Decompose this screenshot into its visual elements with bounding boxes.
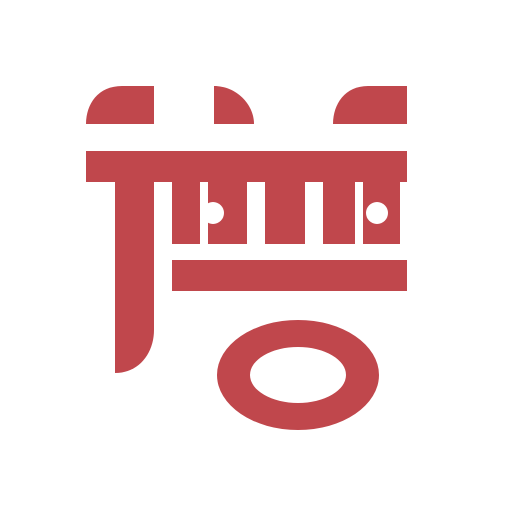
logo-lower-band bbox=[172, 260, 407, 291]
logo-bar-outer bbox=[340, 182, 355, 244]
logo-dot-blocks bbox=[172, 182, 200, 244]
logo-cutout-gap-2 bbox=[247, 182, 265, 244]
logo-bottom-ring bbox=[217, 320, 379, 430]
logo-top-center-horn bbox=[214, 86, 254, 124]
logo-left-dot-block bbox=[172, 182, 200, 244]
logo-left-stem bbox=[115, 151, 154, 373]
logo-glyph bbox=[86, 86, 407, 430]
logo-right-dot bbox=[366, 202, 388, 224]
logo-cutout-gap-4 bbox=[355, 182, 363, 244]
logo-top-right-horn bbox=[333, 86, 407, 124]
logo-bar-right bbox=[285, 182, 305, 244]
seal-logo-icon bbox=[86, 86, 407, 430]
logo-left-dot bbox=[202, 202, 224, 224]
app-icon-canvas bbox=[0, 0, 512, 512]
logo-cutout-gap-3 bbox=[305, 182, 323, 244]
logo-top-left-horn bbox=[86, 86, 154, 124]
logo-bar-left bbox=[227, 182, 247, 244]
